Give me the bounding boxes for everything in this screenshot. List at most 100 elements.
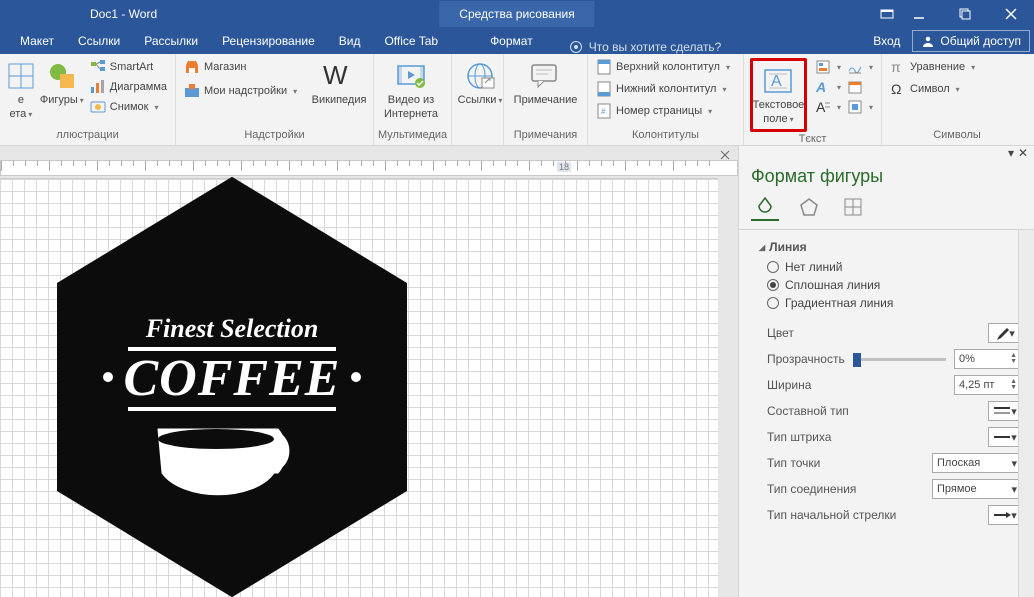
- ribbon-tabs: Макет Ссылки Рассылки Рецензирование Вид…: [0, 28, 1034, 54]
- pane-tab-effects[interactable]: [795, 193, 823, 221]
- online-video-button[interactable]: Видео из Интернета: [380, 58, 442, 122]
- wordart-button[interactable]: A: [813, 78, 843, 96]
- comment-button[interactable]: Примечание: [510, 58, 581, 108]
- footer-label: Нижний колонтитул: [616, 83, 716, 95]
- compound-label: Составной тип: [767, 404, 849, 418]
- comment-label: Примечание: [514, 94, 578, 106]
- signature-icon: [847, 59, 863, 75]
- radio-solid-line[interactable]: Сплошная линия: [759, 276, 1022, 294]
- tab-mailings[interactable]: Рассылки: [132, 30, 210, 54]
- store-icon: [184, 59, 200, 75]
- symbol-icon: Ω: [890, 81, 906, 97]
- lbl: ета: [10, 108, 33, 120]
- text-box-label-1: Текстовое: [753, 99, 805, 111]
- minimize-button[interactable]: [896, 0, 942, 28]
- shapes-button[interactable]: Фигуры: [40, 58, 84, 108]
- tell-me-placeholder: Что вы хотите сделать?: [589, 40, 722, 54]
- tab-review[interactable]: Рецензирование: [210, 30, 327, 54]
- transparency-input[interactable]: 0%▲▼: [954, 349, 1022, 369]
- quick-parts-icon: [815, 59, 831, 75]
- title-bar: Doc1 - Word Средства рисования: [0, 0, 1034, 28]
- smartart-button[interactable]: SmartArt: [88, 58, 169, 76]
- drop-cap-button[interactable]: A: [813, 98, 843, 116]
- text-box-button[interactable]: A Текстовое поле: [750, 58, 807, 132]
- radio-label: Градиентная линия: [785, 296, 893, 310]
- wikipedia-button[interactable]: W Википедия: [311, 58, 367, 108]
- pane-tab-fill-line[interactable]: [751, 193, 779, 221]
- screenshot-button[interactable]: Снимок: [88, 98, 169, 116]
- shapes-label: Фигуры: [40, 94, 84, 106]
- tell-me-search[interactable]: Что вы хотите сделать?: [569, 40, 722, 54]
- date-time-button[interactable]: [845, 78, 875, 96]
- prop-cap: Тип точки Плоская▾: [759, 450, 1022, 476]
- store-button[interactable]: Магазин: [182, 58, 299, 76]
- format-shape-pane: ▾ ✕ Формат фигуры Линия Нет линий Сплошн…: [738, 146, 1034, 597]
- prop-color: Цвет ▾: [759, 320, 1022, 346]
- wordart-icon: A: [815, 79, 831, 95]
- group-label: Мультимедиа: [374, 128, 451, 143]
- tab-officetab[interactable]: Office Tab: [372, 30, 450, 54]
- svg-text:A: A: [815, 79, 826, 95]
- section-line-header[interactable]: Линия: [759, 236, 1022, 258]
- sign-in-link[interactable]: Вход: [873, 34, 900, 48]
- footer-button[interactable]: Нижний колонтитул: [594, 80, 732, 98]
- wikipedia-icon: W: [323, 60, 355, 92]
- svg-text:π: π: [891, 59, 901, 75]
- signature-line-button[interactable]: [845, 58, 875, 76]
- video-icon: [395, 60, 427, 92]
- join-select[interactable]: Прямое▾: [932, 479, 1022, 499]
- width-input[interactable]: 4,25 пт▲▼: [954, 375, 1022, 395]
- radio-no-line[interactable]: Нет линий: [759, 258, 1022, 276]
- maximize-button[interactable]: [942, 0, 988, 28]
- horizontal-ruler[interactable]: 18: [0, 160, 738, 176]
- page-number-button[interactable]: # Номер страницы: [594, 102, 732, 120]
- hexagon-logo-shape[interactable]: Finest Selection COFFEE: [48, 177, 416, 597]
- page-canvas[interactable]: Finest Selection COFFEE: [0, 178, 718, 597]
- header-button[interactable]: Верхний колонтитул: [594, 58, 732, 76]
- my-addins-button[interactable]: Мои надстройки: [182, 82, 299, 100]
- begin-arrow-picker[interactable]: ▾: [988, 505, 1022, 525]
- equation-button[interactable]: πУравнение: [888, 58, 977, 76]
- dash-picker[interactable]: ▾: [988, 427, 1022, 447]
- group-addins: Магазин Мои надстройки W Википедия Надст…: [176, 54, 374, 145]
- group-label: Надстройки: [176, 128, 373, 143]
- ribbon-display-options-icon[interactable]: [878, 7, 896, 21]
- screenshot-label: Снимок: [110, 101, 149, 113]
- color-picker[interactable]: ▾: [988, 323, 1022, 343]
- color-label: Цвет: [767, 326, 794, 340]
- prop-compound: Составной тип ▾: [759, 398, 1022, 424]
- logo-line2: COFFEE: [124, 350, 341, 407]
- link-icon: [464, 60, 496, 92]
- tab-view[interactable]: Вид: [327, 30, 373, 54]
- tab-references[interactable]: Ссылки: [66, 30, 132, 54]
- cap-select[interactable]: Плоская▾: [932, 453, 1022, 473]
- table-button-edge[interactable]: е ета: [6, 58, 36, 122]
- equation-icon: π: [890, 59, 906, 75]
- pane-close-icon[interactable]: ✕: [1018, 146, 1028, 160]
- object-button[interactable]: [845, 98, 875, 116]
- symbol-label: Символ: [910, 83, 950, 95]
- transparency-slider[interactable]: [853, 351, 946, 367]
- ribbon: е ета Фигуры SmartArt Диаграмма Снимок л…: [0, 54, 1034, 146]
- pane-scrollbar[interactable]: [1018, 230, 1034, 597]
- compound-picker[interactable]: ▾: [988, 401, 1022, 421]
- radio-gradient-line[interactable]: Градиентная линия: [759, 294, 1022, 312]
- tab-layout[interactable]: Макет: [8, 30, 66, 54]
- pane-tab-size[interactable]: [839, 193, 867, 221]
- share-button[interactable]: Общий доступ: [912, 30, 1030, 52]
- tab-format[interactable]: Формат: [478, 30, 545, 54]
- prop-begin-arrow: Тип начальной стрелки ▾: [759, 502, 1022, 528]
- header-label: Верхний колонтитул: [616, 61, 720, 73]
- page-number-label: Номер страницы: [616, 105, 702, 117]
- quick-parts-button[interactable]: [813, 58, 843, 76]
- close-button[interactable]: [988, 0, 1034, 28]
- page-number-icon: #: [596, 103, 612, 119]
- document-title: Doc1 - Word: [90, 7, 157, 21]
- group-text: A Текстовое поле A A Тєкст: [744, 54, 882, 145]
- symbol-button[interactable]: Ω Символ: [888, 80, 977, 98]
- logo-line1: Finest Selection: [145, 314, 319, 343]
- chart-button[interactable]: Диаграмма: [88, 78, 169, 96]
- group-comments: Примечание Примечания: [504, 54, 588, 145]
- links-button[interactable]: Ссылки: [458, 58, 502, 108]
- pane-dropdown-icon[interactable]: ▾: [1008, 146, 1014, 160]
